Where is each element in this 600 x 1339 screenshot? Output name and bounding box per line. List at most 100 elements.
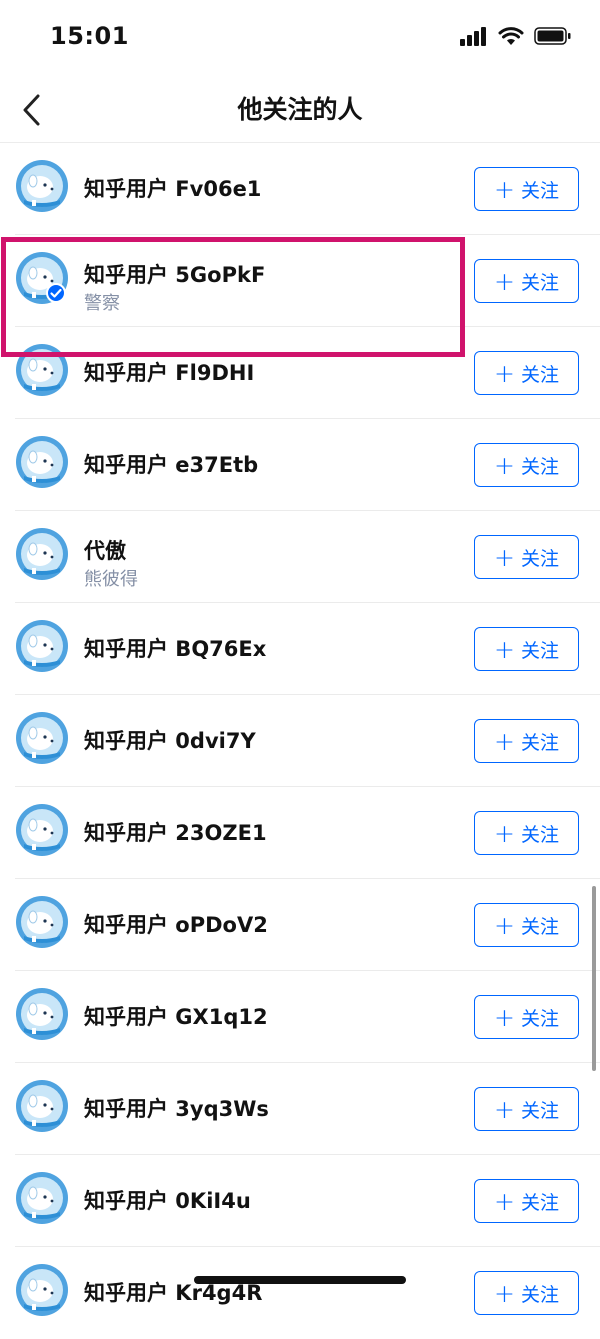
user-name[interactable]: 知乎用户 5GoPkF <box>84 259 265 289</box>
default-avatar-icon <box>16 988 68 1040</box>
status-time: 15:01 <box>50 22 129 50</box>
follow-button[interactable]: + 关注 <box>474 443 579 487</box>
follow-label: 关注 <box>520 639 559 662</box>
user-name[interactable]: 知乎用户 3yq3Ws <box>84 1093 269 1123</box>
avatar[interactable] <box>16 160 68 212</box>
follow-button[interactable]: + 关注 <box>474 259 579 303</box>
plus-icon: + <box>494 358 515 388</box>
follow-button[interactable]: + 关注 <box>474 1271 579 1315</box>
default-avatar-icon <box>16 1080 68 1132</box>
avatar[interactable] <box>16 804 68 856</box>
default-avatar-icon <box>16 896 68 948</box>
plus-icon: + <box>494 1002 515 1032</box>
list-item[interactable]: 知乎用户 e37Etb + 关注 <box>0 419 600 511</box>
user-name[interactable]: 知乎用户 23OZE1 <box>84 817 267 847</box>
follow-button[interactable]: + 关注 <box>474 535 579 579</box>
cellular-signal-icon <box>460 27 486 46</box>
follow-label: 关注 <box>520 1191 559 1214</box>
default-avatar-icon <box>16 436 68 488</box>
list-item[interactable]: 知乎用户 23OZE1 + 关注 <box>0 787 600 879</box>
follow-button[interactable]: + 关注 <box>474 1179 579 1223</box>
avatar[interactable] <box>16 1172 68 1224</box>
default-avatar-icon <box>16 1264 68 1316</box>
plus-icon: + <box>494 1186 515 1216</box>
avatar[interactable] <box>16 436 68 488</box>
avatar[interactable] <box>16 1264 68 1316</box>
list-item[interactable]: 代傲熊彼得 + 关注 <box>0 511 600 603</box>
user-name[interactable]: 知乎用户 Fl9DHI <box>84 357 254 387</box>
follow-label: 关注 <box>520 1283 559 1306</box>
plus-icon: + <box>494 634 515 664</box>
nav-bar: 他关注的人 <box>0 80 600 143</box>
status-bar: 15:01 <box>0 0 600 80</box>
status-icons <box>460 26 572 46</box>
plus-icon: + <box>494 1094 515 1124</box>
user-name[interactable]: 知乎用户 0dvi7Y <box>84 725 256 755</box>
following-list: 知乎用户 Fv06e1 + 关注 知乎用户 5GoPkF 警察 + 关注 知乎用户 Fl9… <box>0 143 600 1339</box>
user-name[interactable]: 知乎用户 BQ76Ex <box>84 633 266 663</box>
follow-button[interactable]: + 关注 <box>474 719 579 763</box>
list-item[interactable]: 知乎用户 Fv06e1 + 关注 <box>0 143 600 235</box>
user-name[interactable]: 代傲 <box>84 535 126 565</box>
default-avatar-icon <box>16 1172 68 1224</box>
list-item[interactable]: 知乎用户 0KiI4u + 关注 <box>0 1155 600 1247</box>
scrollbar[interactable] <box>592 886 596 1071</box>
list-item[interactable]: 知乎用户 0dvi7Y + 关注 <box>0 695 600 787</box>
follow-label: 关注 <box>520 915 559 938</box>
default-avatar-icon <box>16 804 68 856</box>
avatar[interactable] <box>16 528 68 580</box>
plus-icon: + <box>494 174 515 204</box>
follow-button[interactable]: + 关注 <box>474 1087 579 1131</box>
avatar[interactable] <box>16 620 68 672</box>
home-indicator <box>194 1276 406 1284</box>
verified-badge-icon <box>46 283 66 303</box>
plus-icon: + <box>494 542 515 572</box>
follow-button[interactable]: + 关注 <box>474 627 579 671</box>
follow-button[interactable]: + 关注 <box>474 995 579 1039</box>
user-name[interactable]: 知乎用户 Fv06e1 <box>84 173 261 203</box>
avatar[interactable] <box>16 988 68 1040</box>
follow-label: 关注 <box>520 455 559 478</box>
list-item[interactable]: 知乎用户 5GoPkF 警察 + 关注 <box>0 235 600 327</box>
user-name[interactable]: 知乎用户 0KiI4u <box>84 1185 251 1215</box>
battery-icon <box>534 27 571 45</box>
default-avatar-icon <box>16 160 68 212</box>
follow-label: 关注 <box>520 547 559 570</box>
follow-button[interactable]: + 关注 <box>474 903 579 947</box>
list-item[interactable]: 知乎用户 GX1q12 + 关注 <box>0 971 600 1063</box>
page-title: 他关注的人 <box>237 95 363 124</box>
follow-label: 关注 <box>520 363 559 386</box>
wifi-icon <box>498 27 524 45</box>
user-name[interactable]: 知乎用户 oPDoV2 <box>84 909 268 939</box>
avatar[interactable] <box>16 712 68 764</box>
plus-icon: + <box>494 818 515 848</box>
list-item[interactable]: 知乎用户 oPDoV2 + 关注 <box>0 879 600 971</box>
plus-icon: + <box>494 450 515 480</box>
follow-button[interactable]: + 关注 <box>474 167 579 211</box>
follow-button[interactable]: + 关注 <box>474 811 579 855</box>
default-avatar-icon <box>16 344 68 396</box>
follow-label: 关注 <box>520 179 559 202</box>
follow-label: 关注 <box>520 271 559 294</box>
list-item[interactable]: 知乎用户 BQ76Ex + 关注 <box>0 603 600 695</box>
follow-label: 关注 <box>520 1007 559 1030</box>
user-headline: 熊彼得 <box>84 569 138 590</box>
plus-icon: + <box>494 726 515 756</box>
default-avatar-icon <box>16 712 68 764</box>
user-name[interactable]: 知乎用户 e37Etb <box>84 449 258 479</box>
user-name[interactable]: 知乎用户 GX1q12 <box>84 1001 268 1031</box>
user-headline: 警察 <box>84 293 120 314</box>
avatar[interactable] <box>16 896 68 948</box>
list-item[interactable]: 知乎用户 Fl9DHI + 关注 <box>0 327 600 419</box>
avatar[interactable] <box>16 344 68 396</box>
default-avatar-icon <box>16 528 68 580</box>
follow-label: 关注 <box>520 731 559 754</box>
list-item[interactable]: 知乎用户 Kr4g4R + 关注 <box>0 1247 600 1339</box>
avatar[interactable] <box>16 1080 68 1132</box>
follow-button[interactable]: + 关注 <box>474 351 579 395</box>
default-avatar-icon <box>16 620 68 672</box>
plus-icon: + <box>494 266 515 296</box>
follow-label: 关注 <box>520 823 559 846</box>
plus-icon: + <box>494 1278 515 1308</box>
list-item[interactable]: 知乎用户 3yq3Ws + 关注 <box>0 1063 600 1155</box>
